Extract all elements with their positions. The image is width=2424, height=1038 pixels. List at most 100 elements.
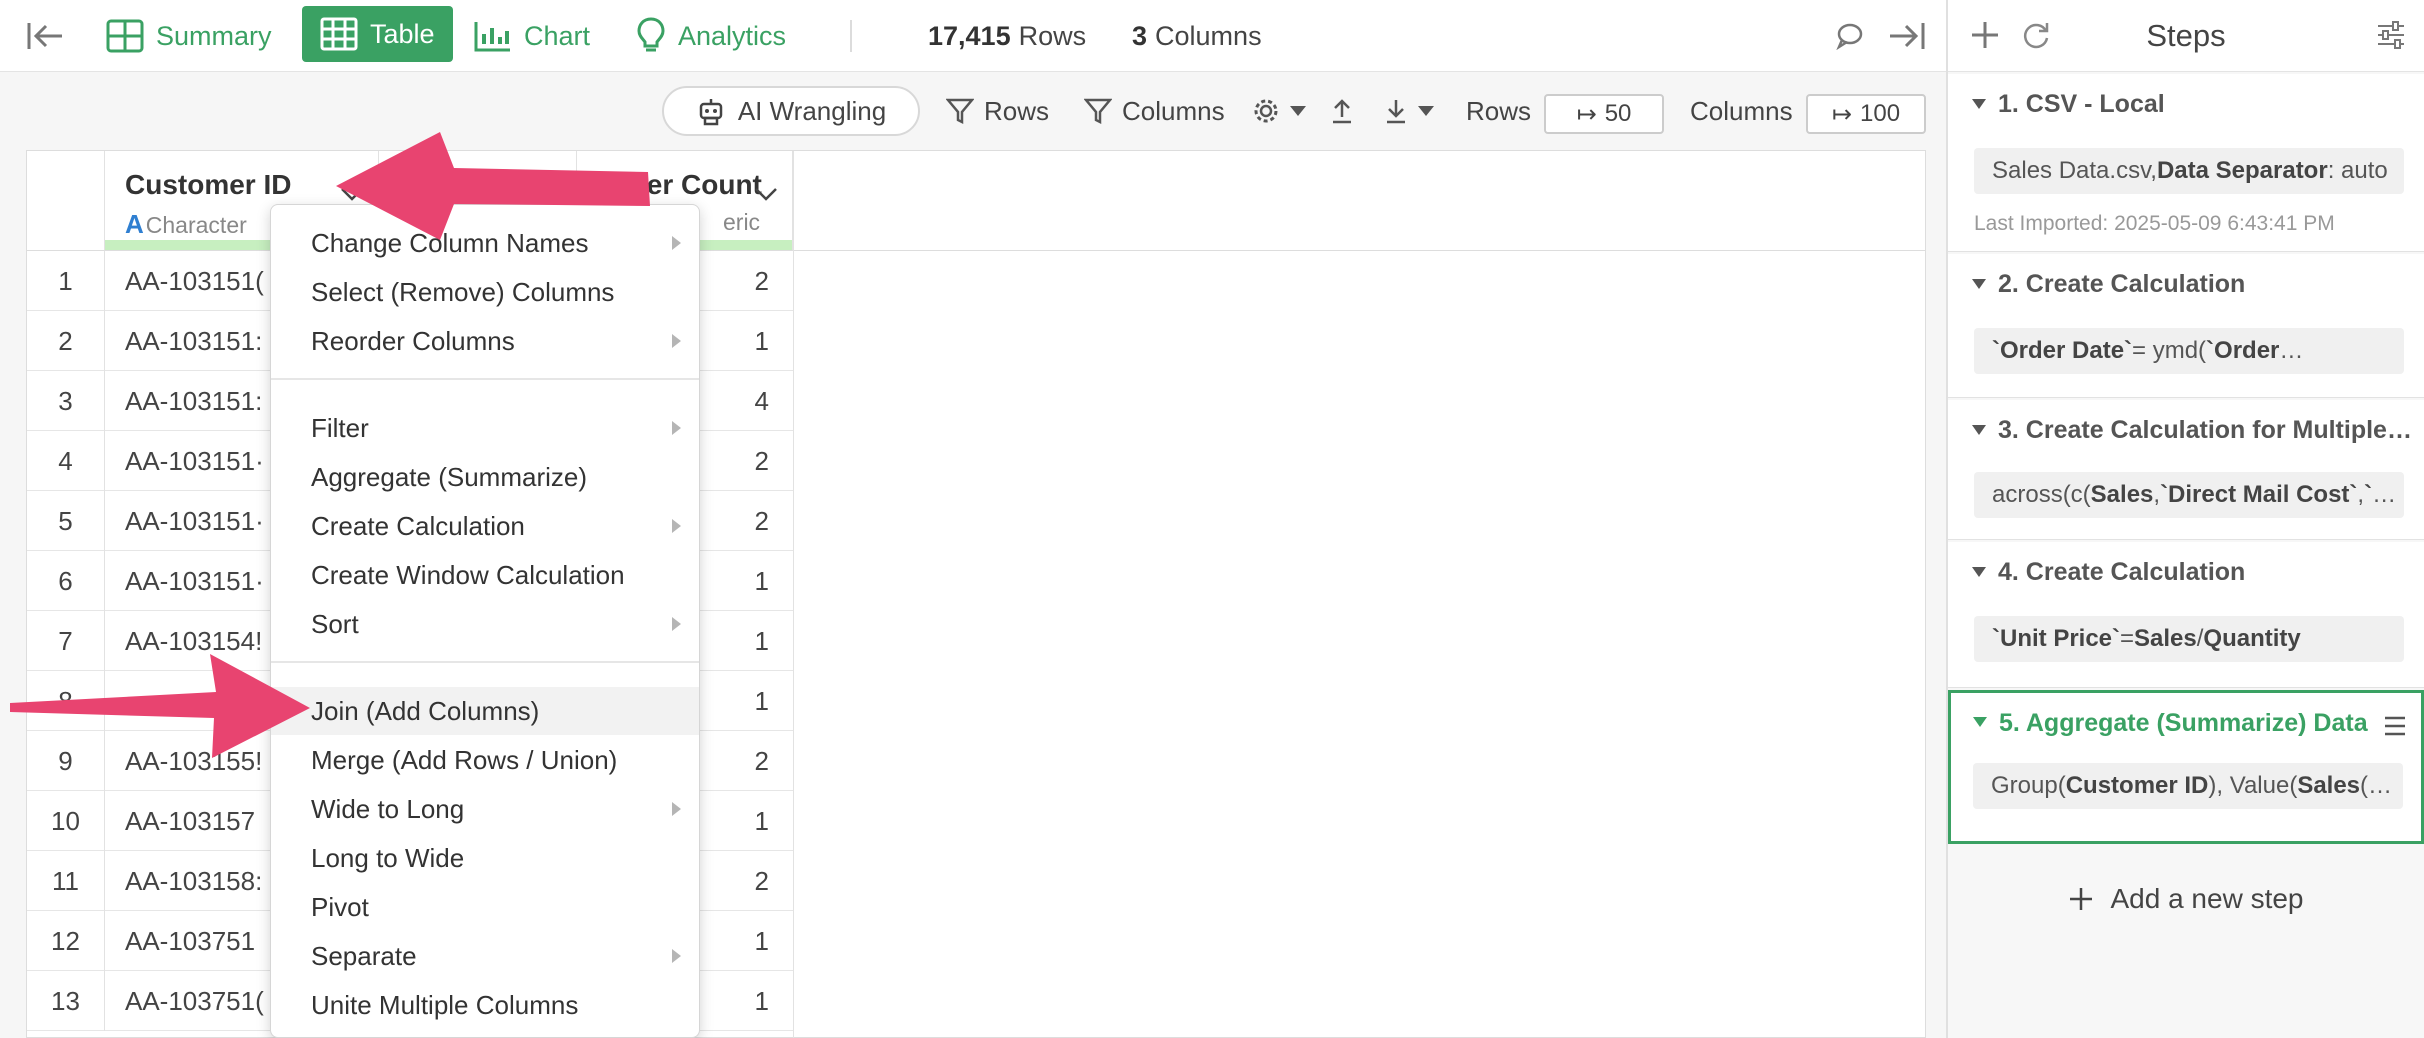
tab-analytics[interactable]: Analytics: [636, 0, 786, 72]
customer-id-cell[interactable]: AA-103157: [125, 791, 255, 851]
row-number: 1: [27, 251, 105, 311]
rows-limit-label: Rows: [1466, 95, 1532, 126]
refresh-icon[interactable]: [2020, 19, 2052, 58]
step-summary[interactable]: `Order Date` = ymd(`Order …: [1974, 328, 2404, 374]
column-type-label: Character: [145, 212, 247, 238]
step-last-imported: Last Imported: 2025-05-09 6:43:41 PM: [1974, 212, 2335, 235]
tab-table[interactable]: Table: [302, 6, 453, 62]
menu-item-label: Join (Add Columns): [311, 695, 540, 726]
settings-dropdown[interactable]: [1252, 86, 1306, 136]
order-count-cell[interactable]: 4: [755, 371, 769, 431]
export-icon[interactable]: [1330, 86, 1354, 136]
menu-item-label: Change Column Names: [311, 227, 589, 258]
customer-id-cell[interactable]: AA-103151·: [125, 491, 264, 551]
customer-id-cell[interactable]: AA-103155!: [125, 731, 262, 791]
menu-item-label: Unite Multiple Columns: [311, 989, 579, 1020]
customer-id-cell[interactable]: AA-103158:: [125, 851, 262, 911]
step-summary[interactable]: `Unit Price` = Sales / Quantity: [1974, 616, 2404, 662]
step-csv-local[interactable]: 1. CSV - Local Sales Data.csv, Data Sepa…: [1948, 74, 2424, 252]
step-title: 1. CSV - Local: [1998, 90, 2165, 118]
menu-item-select-remove-columns[interactable]: Select (Remove) Columns: [271, 268, 699, 316]
download-dropdown[interactable]: [1384, 86, 1434, 136]
step-create-calculation-multiple[interactable]: 3. Create Calculation for Multiple… acro…: [1948, 400, 2424, 540]
caret-down-icon[interactable]: [1972, 279, 1986, 289]
hamburger-menu-icon[interactable]: [2383, 713, 2407, 744]
customer-id-cell[interactable]: AA-103151·: [125, 431, 264, 491]
menu-item-wide-to-long[interactable]: Wide to Long: [271, 785, 699, 833]
order-count-cell[interactable]: 2: [755, 731, 769, 791]
menu-item-create-calculation[interactable]: Create Calculation: [271, 502, 699, 550]
customer-id-cell[interactable]: AA-103151:: [125, 311, 262, 371]
table-toolbar: AI Wrangling Rows Columns Rows ↦ 50 Colu…: [0, 72, 1946, 150]
plus-icon[interactable]: [1970, 20, 2000, 57]
order-count-cell[interactable]: 2: [755, 431, 769, 491]
table-icon: [320, 17, 358, 51]
customer-id-cell[interactable]: AA-103151·: [125, 551, 264, 611]
customer-id-cell[interactable]: AA-103154!: [125, 611, 262, 671]
submenu-arrow-icon: [672, 334, 681, 348]
step-aggregate-summarize[interactable]: 5. Aggregate (Summarize) Data Group(Cust…: [1948, 690, 2424, 844]
filter-columns-label: Columns: [1122, 95, 1225, 126]
order-count-cell[interactable]: 1: [755, 611, 769, 671]
caret-down-icon[interactable]: [1972, 567, 1986, 577]
comment-icon[interactable]: [1836, 0, 1864, 72]
menu-item-long-to-wide[interactable]: Long to Wide: [271, 834, 699, 882]
order-count-cell[interactable]: 2: [755, 851, 769, 911]
menu-item-sort[interactable]: Sort: [271, 600, 699, 648]
order-count-cell[interactable]: 1: [755, 911, 769, 971]
order-count-cell[interactable]: 2: [755, 251, 769, 311]
caret-down-icon[interactable]: [1972, 425, 1986, 435]
menu-item-aggregate-summarize[interactable]: Aggregate (Summarize): [271, 453, 699, 501]
settings-sliders-icon[interactable]: [2376, 20, 2406, 57]
menu-item-pivot[interactable]: Pivot: [271, 883, 699, 931]
rows-count-label: Rows: [1018, 20, 1087, 51]
menu-item-join-add-columns[interactable]: Join (Add Columns): [271, 687, 699, 735]
collapse-left-icon[interactable]: [26, 0, 64, 72]
column-name: Customer ID: [125, 169, 292, 200]
order-count-cell[interactable]: 1: [755, 791, 769, 851]
add-new-step-button[interactable]: Add a new step: [1948, 874, 2424, 924]
customer-id-cell[interactable]: AA-103751(: [125, 971, 264, 1031]
columns-limit-input[interactable]: ↦ 100: [1806, 94, 1926, 134]
order-count-cell[interactable]: 1: [755, 311, 769, 371]
customer-id-cell[interactable]: AA-103151:: [125, 371, 262, 431]
filter-columns-button[interactable]: Columns: [1084, 86, 1225, 136]
chevron-down-icon[interactable]: [754, 177, 778, 208]
step-summary[interactable]: Group(Customer ID), Value(Sales (…: [1973, 763, 2403, 809]
menu-item-change-column-names[interactable]: Change Column Names: [271, 219, 699, 267]
filter-rows-button[interactable]: Rows: [946, 86, 1049, 136]
row-number: 13: [27, 971, 105, 1031]
customer-id-cell[interactable]: AA-103751: [125, 911, 255, 971]
column-context-menu: Change Column Names Select (Remove) Colum…: [270, 204, 700, 1038]
menu-item-label: Merge (Add Rows / Union): [311, 744, 618, 775]
tab-chart[interactable]: Chart: [474, 0, 590, 72]
tab-summary[interactable]: Summary: [106, 0, 272, 72]
collapse-right-icon[interactable]: [1888, 0, 1926, 72]
order-count-cell[interactable]: 1: [755, 551, 769, 611]
step-create-calculation[interactable]: 2. Create Calculation `Order Date` = ymd…: [1948, 254, 2424, 398]
step-title: 2. Create Calculation: [1998, 270, 2246, 298]
customer-id-cell[interactable]: AA-103151(: [125, 251, 264, 311]
ai-wrangling-button[interactable]: AI Wrangling: [662, 86, 920, 136]
step-create-calculation-unit-price[interactable]: 4. Create Calculation `Unit Price` = Sal…: [1948, 542, 2424, 688]
menu-item-separate[interactable]: Separate: [271, 932, 699, 980]
rows-limit-input[interactable]: ↦ 50: [1544, 94, 1664, 134]
order-count-cell[interactable]: 1: [755, 971, 769, 1031]
order-count-cell[interactable]: 1: [755, 671, 769, 731]
menu-item-filter[interactable]: Filter: [271, 404, 699, 452]
menu-item-reorder-columns[interactable]: Reorder Columns: [271, 317, 699, 365]
row-number: 11: [27, 851, 105, 911]
row-number: 4: [27, 431, 105, 491]
arrow-to-end-icon: ↦: [1831, 100, 1853, 128]
step-summary[interactable]: Sales Data.csv, Data Separator: auto: [1974, 148, 2404, 194]
menu-item-label: Reorder Columns: [311, 325, 515, 356]
menu-item-create-window-calculation[interactable]: Create Window Calculation: [271, 551, 699, 599]
menu-item-unite-multiple-columns[interactable]: Unite Multiple Columns: [271, 981, 699, 1029]
menu-item-merge-add-rows-union[interactable]: Merge (Add Rows / Union): [271, 736, 699, 784]
step-summary[interactable]: across(c(Sales, `Direct Mail Cost`, `…: [1974, 472, 2404, 518]
caret-down-icon[interactable]: [1972, 99, 1986, 109]
submenu-arrow-icon: [672, 519, 681, 533]
caret-down-icon[interactable]: [1973, 717, 1987, 727]
order-count-cell[interactable]: 2: [755, 491, 769, 551]
row-number: 6: [27, 551, 105, 611]
